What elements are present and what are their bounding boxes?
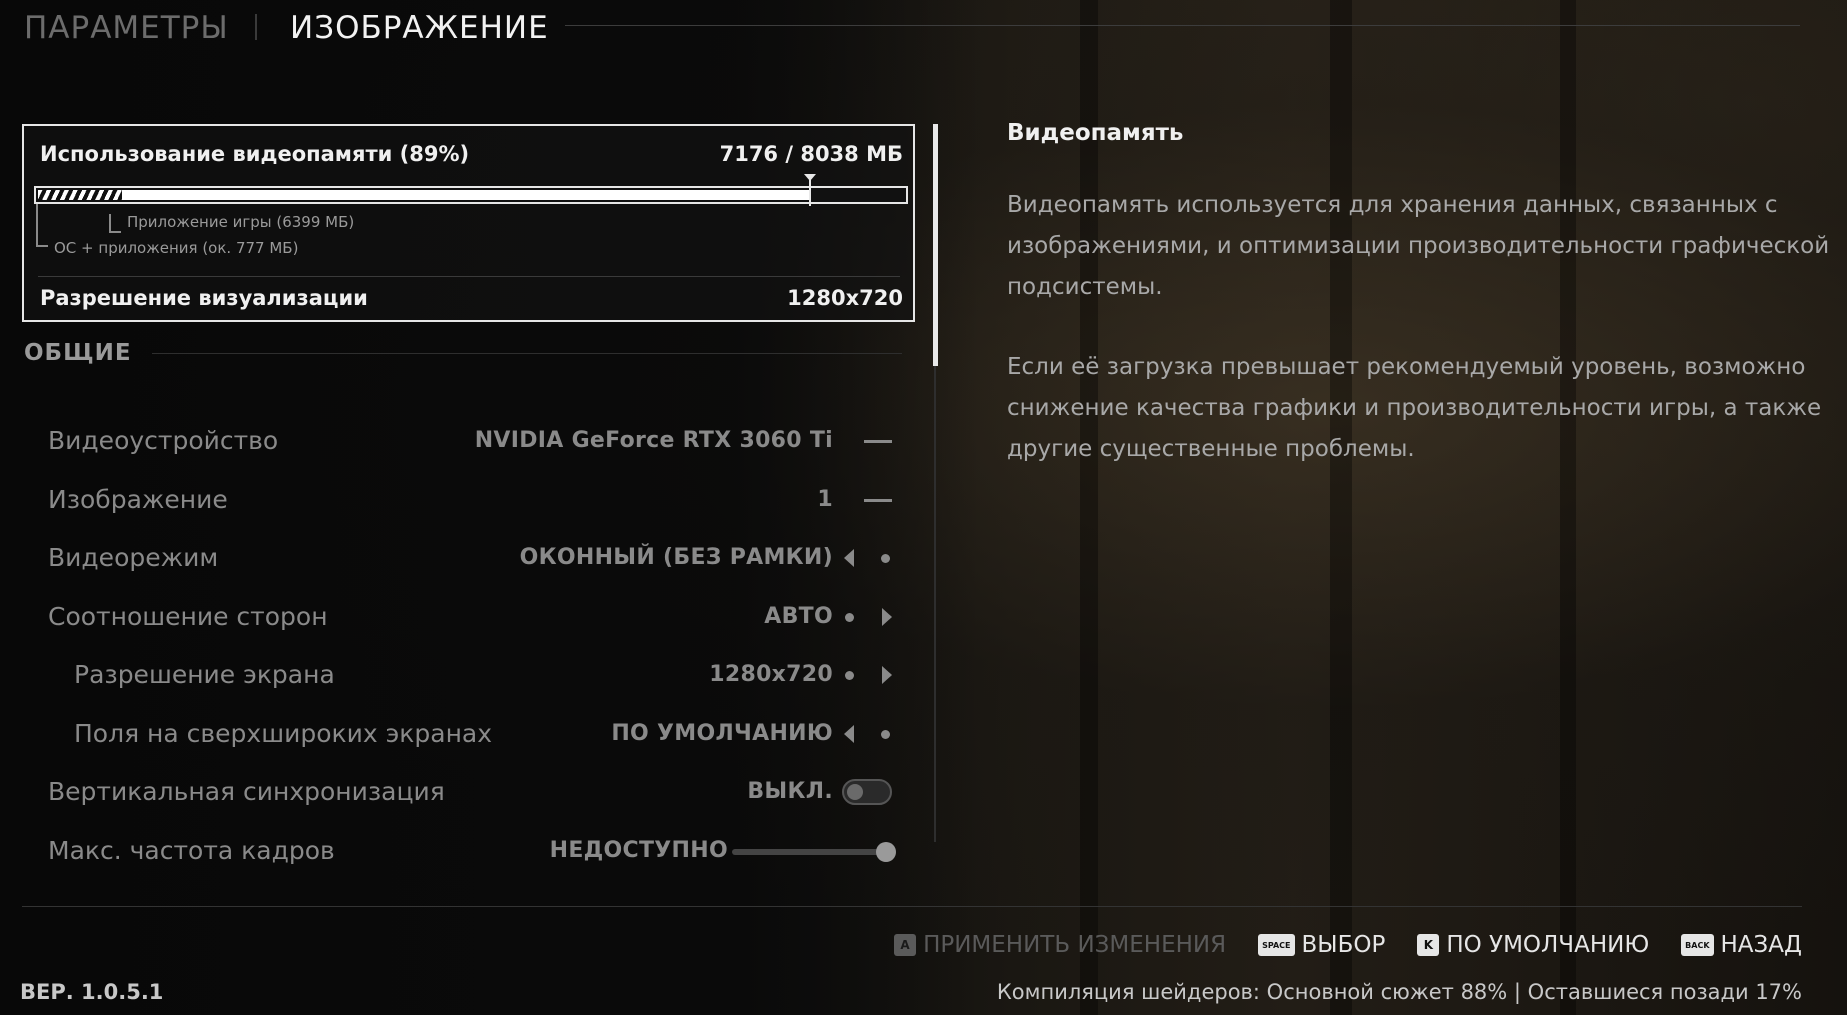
tree-line [109,214,111,232]
background-window-frame [1560,0,1576,1015]
framerate-slider-track[interactable] [732,849,892,855]
setting-row-aspect-ratio[interactable]: Соотношение сторон АВТО [24,592,914,642]
key-k-icon: K [1417,934,1440,956]
vram-usage-bar [34,186,908,204]
key-space-icon: SPACE [1258,934,1295,956]
arrow-left-icon[interactable] [844,549,854,567]
minus-icon [864,440,892,443]
setting-row-video-mode[interactable]: Видеорежим ОКОННЫЙ (БЕЗ РАМКИ) [24,533,914,583]
setting-value: ВЫКЛ. [747,779,833,804]
scrollbar-thumb[interactable] [933,124,938,366]
setting-value: ОКОННЫЙ (БЕЗ РАМКИ) [519,545,833,570]
dot-icon [881,554,890,563]
vram-limit-marker [809,178,811,206]
tab-params[interactable]: ПАРАМЕТРЫ [24,10,229,46]
arrow-right-icon[interactable] [882,608,892,626]
setting-value: 1 [817,487,833,512]
setting-row-ultrawide-margins[interactable]: Поля на сверхшироких экранах ПО УМОЛЧАНИ… [24,709,914,759]
vram-app-segment [122,190,811,200]
dot-icon [881,730,890,739]
vram-os-label: ОС + приложения (ок. 777 МБ) [54,239,299,257]
section-divider [152,353,902,354]
setting-label: Поля на сверхшироких экранах [74,719,493,748]
background-window-frame [1080,0,1098,1015]
action-label: ПРИМЕНИТЬ ИЗМЕНЕНИЯ [923,932,1227,958]
footer-divider [22,906,1802,907]
vram-title: Использование видеопамяти (89%) [40,142,470,166]
setting-row-screen-resolution[interactable]: Разрешение экрана 1280x720 [24,650,914,700]
setting-value: АВТО [764,604,833,629]
section-title-general: ОБЩИЕ [24,340,132,366]
setting-value: 1280x720 [709,662,833,687]
setting-label: Макс. частота кадров [48,836,335,865]
header-tabs: ПАРАМЕТРЫ ИЗОБРАЖЕНИЕ [0,0,1847,60]
footer-actions: A ПРИМЕНИТЬ ИЗМЕНЕНИЯ SPACE ВЫБОР K ПО У… [894,930,1802,960]
action-label: НАЗАД [1720,932,1802,958]
setting-row-vsync[interactable]: Вертикальная синхронизация ВЫКЛ. [24,767,914,817]
version-label: ВЕР. 1.0.5.1 [20,980,164,1004]
toggle-knob [847,784,863,800]
tab-image[interactable]: ИЗОБРАЖЕНИЕ [290,10,549,46]
description-paragraph: Если её загрузка превышает рекомендуемый… [1007,354,1822,462]
render-resolution-label: Разрешение визуализации [40,286,368,310]
tree-line [36,204,38,246]
framerate-slider-knob[interactable] [876,842,896,862]
setting-label: Изображение [48,485,228,514]
setting-row-max-framerate[interactable]: Макс. частота кадров НЕДОСТУПНО [24,826,914,876]
vram-os-segment [38,190,122,200]
background-window-frame [1330,0,1352,1015]
setting-label: Вертикальная синхронизация [48,777,445,806]
vram-divider [38,276,900,277]
setting-label: Разрешение экрана [74,660,335,689]
vram-app-label: Приложение игры (6399 МБ) [127,213,355,231]
setting-label: Видеоустройство [48,426,279,455]
shader-compilation-status: Компиляция шейдеров: Основной сюжет 88% … [996,980,1802,1004]
select-button[interactable]: SPACE ВЫБОР [1258,932,1385,958]
action-label: ВЫБОР [1301,932,1386,958]
key-back-icon: BACK [1681,934,1714,956]
apply-changes-button[interactable]: A ПРИМЕНИТЬ ИЗМЕНЕНИЯ [894,932,1226,958]
dot-icon [845,671,854,680]
setting-label: Соотношение сторон [48,602,328,631]
setting-row-video-device[interactable]: Видеоустройство NVIDIA GeForce RTX 3060 … [24,416,914,466]
tree-line [109,231,121,233]
setting-label: Видеорежим [48,543,219,572]
description-title: Видеопамять [1007,120,1184,146]
graphics-settings-screen: { "header": { "tab_params": "ПАРАМЕТРЫ",… [0,0,1847,1015]
action-label: ПО УМОЛЧАНИЮ [1446,932,1650,958]
setting-value: ПО УМОЛЧАНИЮ [611,721,833,746]
vsync-toggle[interactable] [842,779,892,805]
header-divider [565,25,1800,26]
reset-defaults-button[interactable]: K ПО УМОЛЧАНИЮ [1417,932,1649,958]
arrow-left-icon[interactable] [844,725,854,743]
dot-icon [845,613,854,622]
vram-value: 7176 / 8038 МБ [719,142,903,166]
setting-row-display[interactable]: Изображение 1 [24,475,914,525]
tree-line [36,245,48,247]
description-paragraph: Видеопамять используется для хранения да… [1007,192,1830,300]
key-a-icon: A [894,934,917,956]
vram-usage-panel[interactable]: Использование видеопамяти (89%) 7176 / 8… [22,124,915,322]
render-resolution-value: 1280x720 [787,286,903,310]
arrow-right-icon[interactable] [882,666,892,684]
minus-icon [864,499,892,502]
tab-separator [255,14,257,40]
back-button[interactable]: BACK НАЗАД [1681,932,1802,958]
setting-value: NVIDIA GeForce RTX 3060 Ti [474,428,833,453]
setting-value: НЕДОСТУПНО [549,838,728,863]
